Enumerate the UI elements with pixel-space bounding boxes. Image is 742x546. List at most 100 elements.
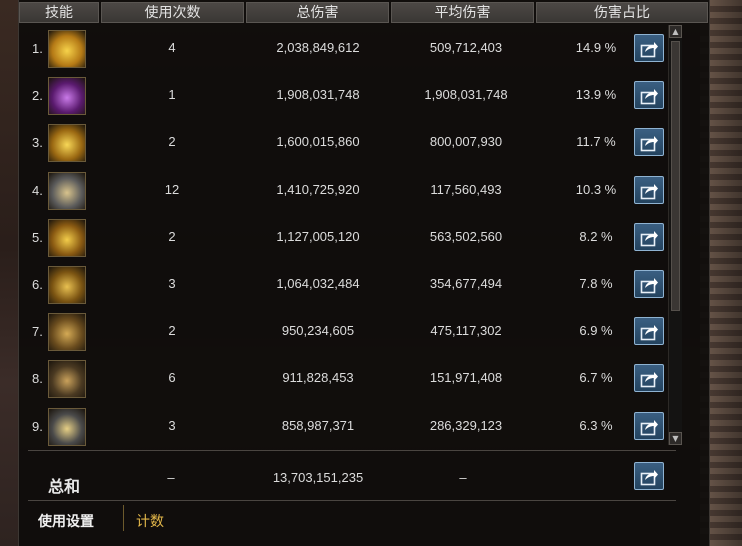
share-icon <box>640 419 658 435</box>
header-total-damage[interactable]: 总伤害 <box>246 2 389 23</box>
row-uses: 2 <box>168 228 176 244</box>
table-row: 6. 3 1,064,032,484 354,677,494 7.8 % <box>18 263 668 310</box>
summary-uses: – <box>167 470 175 485</box>
row-damage-share: 13.9 % <box>575 87 617 103</box>
header-uses[interactable]: 使用次数 <box>101 2 244 23</box>
share-button[interactable] <box>634 411 664 440</box>
radiant-slash-skill-icon[interactable] <box>48 124 86 163</box>
club-strike-skill-icon[interactable] <box>48 171 86 210</box>
row-damage-share: 11.7 % <box>576 134 616 150</box>
summary-divider <box>28 450 676 451</box>
share-icon <box>640 278 658 294</box>
tab-count[interactable]: 计数 <box>136 511 164 531</box>
row-index: 5. <box>32 229 43 245</box>
share-icon <box>640 42 658 58</box>
share-button[interactable] <box>634 364 664 393</box>
row-index: 1. <box>32 41 43 56</box>
cog-shot-skill-icon[interactable] <box>48 313 86 352</box>
row-damage-share: 6.7 % <box>579 370 613 386</box>
share-icon <box>640 230 658 247</box>
share-button[interactable] <box>634 317 664 346</box>
header-skill[interactable]: 技能 <box>19 2 99 23</box>
row-uses: 2 <box>168 323 176 339</box>
row-uses: 12 <box>164 181 180 197</box>
row-index: 4. <box>32 182 43 198</box>
row-uses: 6 <box>168 370 176 386</box>
row-index: 2. <box>32 88 43 104</box>
row-avg-damage: 509,712,403 <box>429 40 503 55</box>
vertical-scrollbar[interactable]: ▲ ▼ <box>668 25 682 445</box>
share-icon <box>640 89 658 105</box>
row-total-damage: 2,038,849,612 <box>276 40 360 55</box>
table-row: 1. 4 2,038,849,612 509,712,403 14.9 % <box>18 27 668 74</box>
spear-thrust-skill-icon[interactable] <box>48 266 86 304</box>
share-button[interactable] <box>634 270 664 298</box>
row-avg-damage: 800,007,930 <box>429 134 503 150</box>
scroll-up-arrow-icon[interactable]: ▲ <box>669 25 682 38</box>
row-damage-share: 6.3 % <box>579 417 613 433</box>
scroll-down-arrow-icon[interactable]: ▼ <box>669 432 682 445</box>
row-total-damage: 1,064,032,484 <box>276 276 360 291</box>
row-avg-damage: 563,502,560 <box>429 228 503 244</box>
purple-lightning-skill-icon[interactable] <box>48 77 86 116</box>
summary-label: 总和 <box>48 477 81 496</box>
table-row: 3. 2 1,600,015,860 800,007,930 11.7 % <box>18 121 668 168</box>
share-icon <box>640 183 658 199</box>
table-header: 技能 使用次数 总伤害 平均伤害 伤害占比 <box>18 0 708 24</box>
row-index: 3. <box>32 135 43 151</box>
share-icon <box>640 136 658 152</box>
row-avg-damage: 475,117,302 <box>430 323 502 339</box>
row-uses: 3 <box>168 417 176 433</box>
table-row: 7. 2 950,234,605 475,117,302 6.9 % <box>18 310 668 357</box>
table-row: 2. 1 1,908,031,748 1,908,031,748 13.9 % <box>18 74 668 121</box>
table-row: 9. 3 858,987,371 286,329,123 6.3 % <box>18 405 668 452</box>
star-medallion-skill-icon[interactable] <box>48 360 86 399</box>
row-uses: 1 <box>168 87 176 103</box>
row-damage-share: 10.3 % <box>575 181 617 197</box>
flame-burst-skill-icon[interactable] <box>48 30 86 68</box>
row-total-damage: 1,410,725,920 <box>276 181 360 197</box>
star-explosion-skill-icon[interactable] <box>48 218 86 257</box>
row-uses: 4 <box>168 40 176 55</box>
share-button[interactable] <box>634 222 664 251</box>
row-avg-damage: 354,677,494 <box>429 276 503 291</box>
row-damage-share: 6.9 % <box>579 323 613 339</box>
row-total-damage: 911,828,453 <box>282 370 354 386</box>
row-index: 8. <box>32 371 43 387</box>
row-uses: 3 <box>168 276 176 291</box>
row-index: 7. <box>32 324 43 340</box>
row-index: 6. <box>32 277 43 292</box>
header-damage-share[interactable]: 伤害占比 <box>536 2 708 23</box>
table-row: 8. 6 911,828,453 151,971,408 6.7 % <box>18 357 668 404</box>
share-button[interactable] <box>634 175 664 204</box>
share-icon <box>640 325 658 341</box>
footer-divider <box>28 500 676 501</box>
summary-share-button[interactable] <box>634 462 664 490</box>
share-button[interactable] <box>634 128 664 157</box>
row-avg-damage: 117,560,493 <box>430 181 502 197</box>
share-button[interactable] <box>634 34 664 62</box>
table-row: 5. 2 1,127,005,120 563,502,560 8.2 % <box>18 216 668 263</box>
row-index: 9. <box>32 418 43 434</box>
tab-usage-settings[interactable]: 使用设置 <box>38 511 94 531</box>
row-total-damage: 1,908,031,748 <box>276 87 360 103</box>
share-icon <box>640 470 658 486</box>
share-icon <box>640 372 658 388</box>
row-damage-share: 7.8 % <box>579 276 613 291</box>
row-damage-share: 8.2 % <box>579 228 613 244</box>
row-damage-share: 14.9 % <box>575 40 617 55</box>
row-avg-damage: 151,971,408 <box>429 370 503 386</box>
table-row: 4. 12 1,410,725,920 117,560,493 10.3 % <box>18 169 668 216</box>
share-button[interactable] <box>634 81 664 110</box>
summary-total-damage: 13,703,151,235 <box>272 470 364 485</box>
tab-separator <box>123 505 124 531</box>
row-total-damage: 1,600,015,860 <box>276 134 360 150</box>
row-total-damage: 950,234,605 <box>281 323 355 339</box>
row-total-damage: 858,987,371 <box>281 417 355 433</box>
row-uses: 2 <box>168 134 176 150</box>
summary-avg-damage: – <box>459 470 467 485</box>
background-shade <box>710 0 742 546</box>
header-avg-damage[interactable]: 平均伤害 <box>391 2 534 23</box>
scroll-thumb[interactable] <box>671 41 680 311</box>
triple-arrow-skill-icon[interactable] <box>48 407 86 446</box>
